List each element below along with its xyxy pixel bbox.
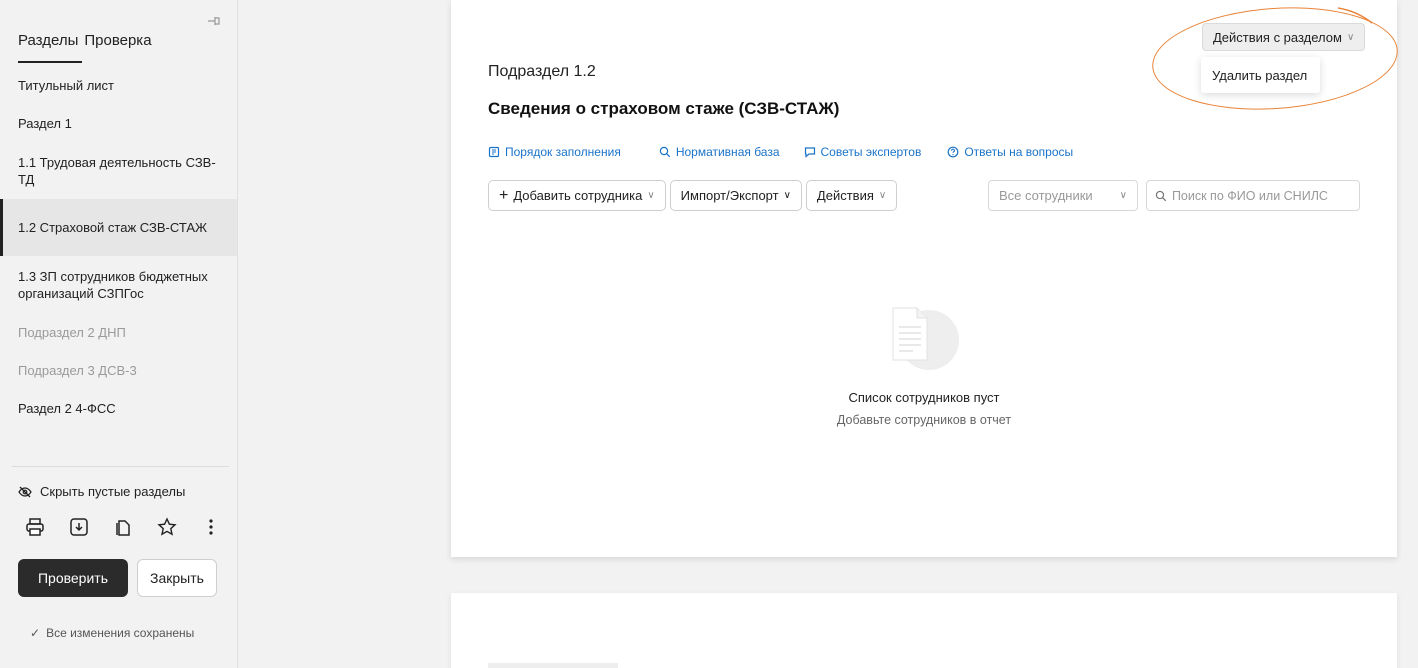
sidebar-item-dnp[interactable]: Подраздел 2 ДНП [0, 313, 237, 351]
link-label: Порядок заполнения [505, 145, 621, 159]
link-label: Ответы на вопросы [964, 145, 1074, 159]
report-section-card: Подраздел 1.2 Сведения о страховом стаже… [451, 0, 1397, 557]
next-section-title-placeholder [488, 663, 618, 668]
save-status-text: Все изменения сохранены [46, 626, 195, 640]
chevron-down-icon: ∨ [878, 190, 887, 201]
plus-icon: + [499, 186, 509, 204]
search-input[interactable] [1171, 188, 1351, 203]
empty-state-title: Список сотрудников пуст [848, 390, 1000, 405]
sidebar: Разделы Проверка Титульный лист Раздел 1… [0, 0, 238, 668]
hide-empty-label: Скрыть пустые разделы [40, 484, 186, 499]
sidebar-item-4fss[interactable]: Раздел 2 4-ФСС [0, 389, 237, 427]
star-icon[interactable] [156, 516, 178, 538]
button-label: Импорт/Экспорт [680, 188, 779, 203]
sidebar-item-label: Подраздел 2 ДНП [18, 324, 126, 340]
download-icon[interactable] [68, 516, 90, 538]
filter-value: Все сотрудники [999, 188, 1093, 203]
import-export-button[interactable]: Импорт/Экспорт ∨ [669, 180, 802, 211]
sidebar-toolbar [24, 516, 222, 538]
link-label: Нормативная база [675, 145, 780, 159]
sidebar-item-label: 1.1 Трудовая деятельность СЗВ-ТД [18, 154, 216, 187]
help-links: Порядок заполнения Нормативная база Сове… [488, 145, 1073, 159]
link-filling-order[interactable]: Порядок заполнения [488, 145, 621, 159]
search-icon [659, 146, 671, 158]
chevron-down-icon: ∨ [647, 190, 655, 201]
section-actions-button[interactable]: Действия с разделом ∨ [1202, 23, 1366, 51]
tab-sections[interactable]: Разделы [18, 32, 78, 49]
chat-icon [804, 147, 815, 158]
sidebar-item-label: 1.2 Страховой стаж СЗВ-СТАЖ [18, 220, 208, 235]
sidebar-item-szv-td[interactable]: 1.1 Трудовая деятельность СЗВ-ТД [0, 142, 237, 199]
book-icon [488, 146, 500, 158]
check-icon: ✓ [30, 626, 41, 640]
sidebar-item-label: 1.3 ЗП сотрудников бюджетных организаций… [18, 268, 208, 301]
empty-document-icon [892, 307, 959, 370]
search-icon [1155, 190, 1167, 201]
sidebar-item-dsv3[interactable]: Подраздел 3 ДСВ-3 [0, 351, 237, 389]
chevron-down-icon: ∨ [1119, 190, 1127, 201]
actions-button[interactable]: Действия ∨ [805, 180, 898, 211]
tab-check[interactable]: Проверка [84, 32, 151, 49]
page-title: Сведения о страховом стаже (СЗВ-СТАЖ) [488, 99, 840, 118]
sidebar-item-szv-stazh[interactable]: 1.2 Страховой стаж СЗВ-СТАЖ [0, 199, 237, 256]
pin-icon[interactable] [206, 14, 222, 28]
button-label: Добавить сотрудника [513, 188, 643, 203]
check-button[interactable]: Проверить [18, 559, 128, 597]
link-faq[interactable]: Ответы на вопросы [947, 145, 1073, 159]
link-normative-base[interactable]: Нормативная база [659, 145, 780, 159]
button-label: Действия [816, 188, 874, 203]
employee-filter-select[interactable]: Все сотрудники ∨ [988, 180, 1138, 211]
employee-search [1146, 180, 1360, 211]
sidebar-item-label: Подраздел 3 ДСВ-3 [18, 362, 137, 378]
link-label: Советы экспертов [820, 145, 922, 159]
menu-item-label: Удалить раздел [1212, 67, 1308, 83]
sidebar-tabs: Разделы Проверка [18, 32, 152, 49]
sidebar-divider [12, 466, 229, 467]
sidebar-item-section-1[interactable]: Раздел 1 [0, 104, 237, 142]
sidebar-item-title-page[interactable]: Титульный лист [0, 66, 237, 104]
eye-off-icon [18, 486, 32, 497]
hide-empty-sections-toggle[interactable]: Скрыть пустые разделы [18, 484, 185, 499]
employee-actions-toolbar: + Добавить сотрудника ∨ Импорт/Экспорт ∨… [488, 180, 898, 211]
button-label: Действия с разделом [1213, 29, 1342, 45]
more-vertical-icon[interactable] [200, 516, 222, 538]
sidebar-item-label: Титульный лист [18, 77, 115, 93]
empty-state-subtitle: Добавьте сотрудников в отчет [836, 413, 1012, 427]
save-status: ✓ Все изменения сохранены [30, 626, 194, 640]
add-employee-button[interactable]: + Добавить сотрудника ∨ [488, 180, 666, 211]
sidebar-item-label: Раздел 1 [18, 115, 72, 131]
sidebar-item-label: Раздел 2 4-ФСС [18, 400, 116, 416]
subsection-label: Подраздел 1.2 [488, 63, 596, 80]
sidebar-nav: Титульный лист Раздел 1 1.1 Трудовая дея… [0, 66, 237, 427]
chevron-down-icon: ∨ [783, 190, 791, 201]
sidebar-item-szpgos[interactable]: 1.3 ЗП сотрудников бюджетных организаций… [0, 256, 237, 313]
link-expert-advice[interactable]: Советы экспертов [804, 145, 922, 159]
close-button[interactable]: Закрыть [137, 559, 217, 597]
copy-icon[interactable] [112, 516, 134, 538]
print-icon[interactable] [24, 516, 46, 538]
active-tab-underline [18, 61, 82, 63]
chevron-down-icon: ∨ [1346, 31, 1355, 43]
question-icon [947, 146, 959, 158]
delete-section-menu-item[interactable]: Удалить раздел [1201, 57, 1320, 93]
next-section-card [451, 593, 1397, 668]
